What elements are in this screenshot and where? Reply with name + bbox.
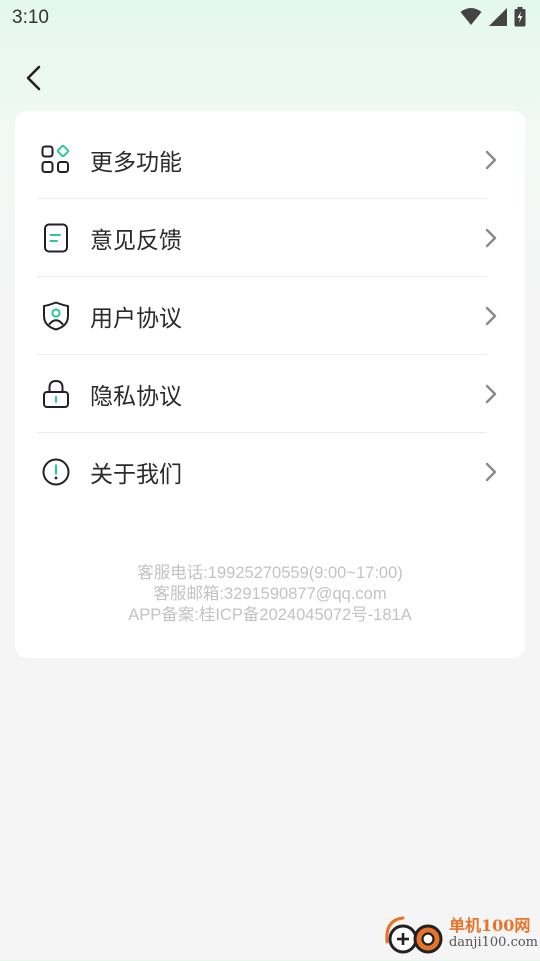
- apps-grid-icon: [38, 142, 74, 178]
- chevron-right-icon: [479, 226, 503, 250]
- menu-item-about-us[interactable]: 关于我们: [37, 433, 497, 511]
- watermark-logo: [381, 912, 445, 956]
- menu-item-feedback[interactable]: 意见反馈: [37, 199, 497, 277]
- menu-item-label: 意见反馈: [90, 227, 182, 253]
- menu-item-label: 用户协议: [90, 305, 182, 331]
- user-shield-icon: [38, 298, 74, 334]
- menu-item-label: 隐私协议: [90, 383, 182, 409]
- signal-icon: [489, 8, 507, 26]
- footer-info: 客服电话:19925270559(9:00~17:00) 客服邮箱:329159…: [15, 563, 525, 626]
- watermark: 单机100网 danji100.com: [381, 912, 538, 956]
- chevron-right-icon: [479, 304, 503, 328]
- chevron-right-icon: [479, 148, 503, 172]
- chevron-right-icon: [479, 460, 503, 484]
- service-phone: 客服电话:19925270559(9:00~17:00): [137, 564, 403, 582]
- wifi-icon: [460, 8, 482, 25]
- watermark-title: 单机100网: [448, 916, 531, 935]
- feedback-document-icon: [38, 220, 74, 256]
- menu-item-more-features[interactable]: 更多功能: [37, 121, 497, 199]
- status-icons: [460, 7, 526, 27]
- chevron-left-icon: [26, 65, 41, 91]
- service-email: 客服邮箱:3291590877@qq.com: [153, 585, 387, 603]
- menu-item-user-agreement[interactable]: 用户协议: [37, 277, 497, 355]
- app-record: APP备案:桂ICP备2024045072号-181A: [128, 606, 412, 624]
- menu-item-label: 关于我们: [90, 461, 182, 487]
- info-circle-icon: [38, 454, 74, 490]
- lock-icon: [38, 376, 74, 412]
- menu-item-privacy-policy[interactable]: 隐私协议: [37, 355, 497, 433]
- settings-card: 更多功能 意见反馈 用户协议 隐私协议 关于我们 客服电话:1992527055…: [15, 111, 525, 658]
- watermark-text: 单机100网 danji100.com: [449, 917, 538, 951]
- chevron-right-icon: [479, 382, 503, 406]
- menu-item-label: 更多功能: [90, 149, 182, 175]
- status-time: 3:10: [12, 7, 49, 28]
- watermark-subtitle: danji100.com: [448, 935, 538, 950]
- battery-charging-icon: [514, 7, 526, 27]
- status-bar: 3:10: [0, 0, 540, 36]
- back-button[interactable]: [16, 60, 52, 96]
